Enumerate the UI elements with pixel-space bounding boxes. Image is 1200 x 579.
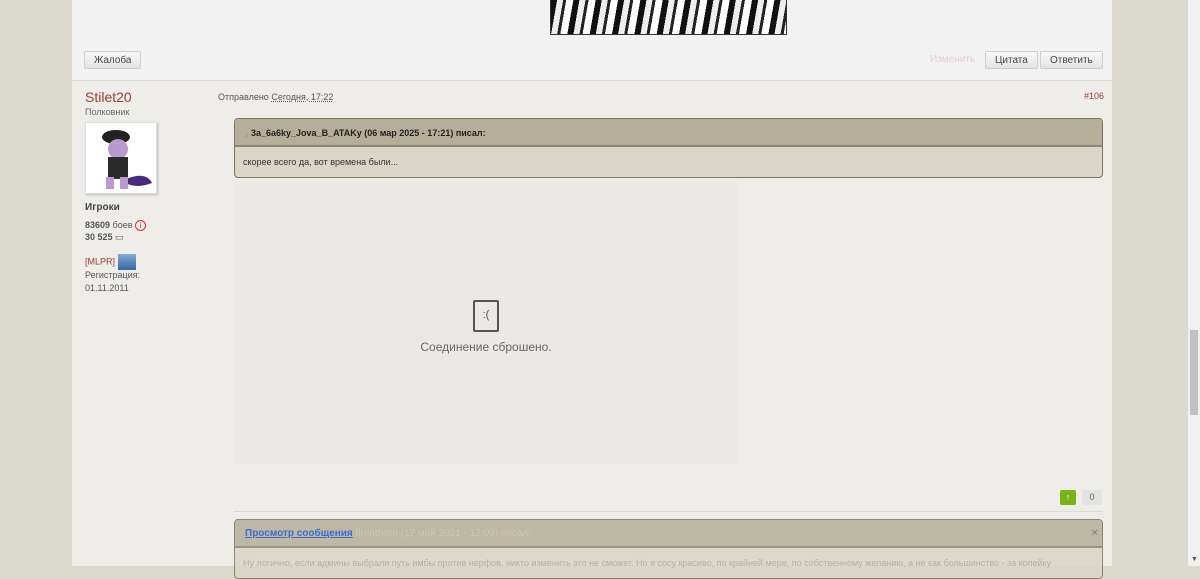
previous-post-footer: Жалоба Изменить Цитата Ответить (72, 0, 1112, 81)
user-group: Игроки (85, 202, 120, 213)
scroll-down-icon[interactable]: ▼ (1191, 556, 1198, 563)
sent-time: Сегодня, 17:22 (271, 92, 334, 102)
quote-author-2: Ilrenthorn (17 май 2021 - 12:09) писал: (355, 528, 532, 539)
quote-body-2: Ну логично, если админы выбрали путь имб… (243, 558, 1052, 568)
scrollbar-thumb[interactable] (1190, 330, 1198, 415)
clan: [MLPR] (85, 254, 136, 270)
embedded-frame-error: :( Соединение сброшено. (234, 182, 738, 464)
battles-label: боев (112, 220, 133, 230)
quote-block: ◞ 3a_6a6ky_Jova_B_ATAKy (06 мар 2025 - 1… (234, 118, 1103, 178)
quote-header: ◞ 3a_6a6ky_Jova_B_ATAKy (06 мар 2025 - 1… (235, 119, 1102, 147)
reply-button[interactable]: Ответить (1040, 51, 1103, 69)
sent-label: Отправлено (218, 92, 269, 102)
forum-main: Жалоба Изменить Цитата Ответить Stilet20… (72, 0, 1112, 579)
signature-image (550, 0, 787, 35)
quote-header-2: Просмотр сообщения Ilrenthorn (17 май 20… (235, 520, 1102, 548)
complain-button[interactable]: Жалоба (84, 51, 142, 69)
posts-number: 30 525 (85, 232, 113, 242)
edit-link[interactable]: Изменить (930, 54, 975, 65)
avatar[interactable] (85, 122, 157, 194)
reg-label: Регистрация: (85, 270, 141, 280)
battles-number: 83609 (85, 220, 111, 230)
error-message: Соединение сброшено. (420, 340, 552, 354)
comment-icon: ▭ (115, 232, 124, 242)
reputation-count: 0 (1082, 490, 1102, 505)
reg-date: 01.11.2011 (85, 283, 129, 293)
post-date: Отправлено Сегодня, 17:22 (218, 92, 333, 102)
author-name[interactable]: Stilet20 (85, 89, 132, 105)
post-number[interactable]: #106 (1084, 91, 1104, 101)
quote-button[interactable]: Цитата (985, 51, 1038, 69)
avatar-image (102, 130, 152, 189)
upvote-button[interactable]: ↑ (1060, 490, 1076, 505)
divider (234, 511, 1103, 512)
quote-block-2: Просмотр сообщения Ilrenthorn (17 май 20… (234, 519, 1103, 579)
scrollbar[interactable]: ▼ (1188, 0, 1200, 566)
posts-count: 30 525 ▭ (85, 232, 124, 243)
sad-file-icon: :( (473, 300, 499, 332)
battles-count: 83609 боев i (85, 220, 147, 231)
view-post-link[interactable]: Просмотр сообщения (245, 528, 353, 539)
clan-emblem-icon (117, 254, 136, 270)
quote-body: скорее всего да, вот времена были... (243, 157, 399, 167)
clan-link[interactable]: [MLPR] (85, 256, 115, 266)
quote-author: 3a_6a6ky_Jova_B_ATAKy (06 мар 2025 - 17:… (251, 128, 486, 138)
close-icon[interactable]: ✕ (1091, 520, 1099, 548)
info-icon[interactable]: i (135, 220, 147, 231)
author-rank: Полковник (85, 107, 130, 117)
